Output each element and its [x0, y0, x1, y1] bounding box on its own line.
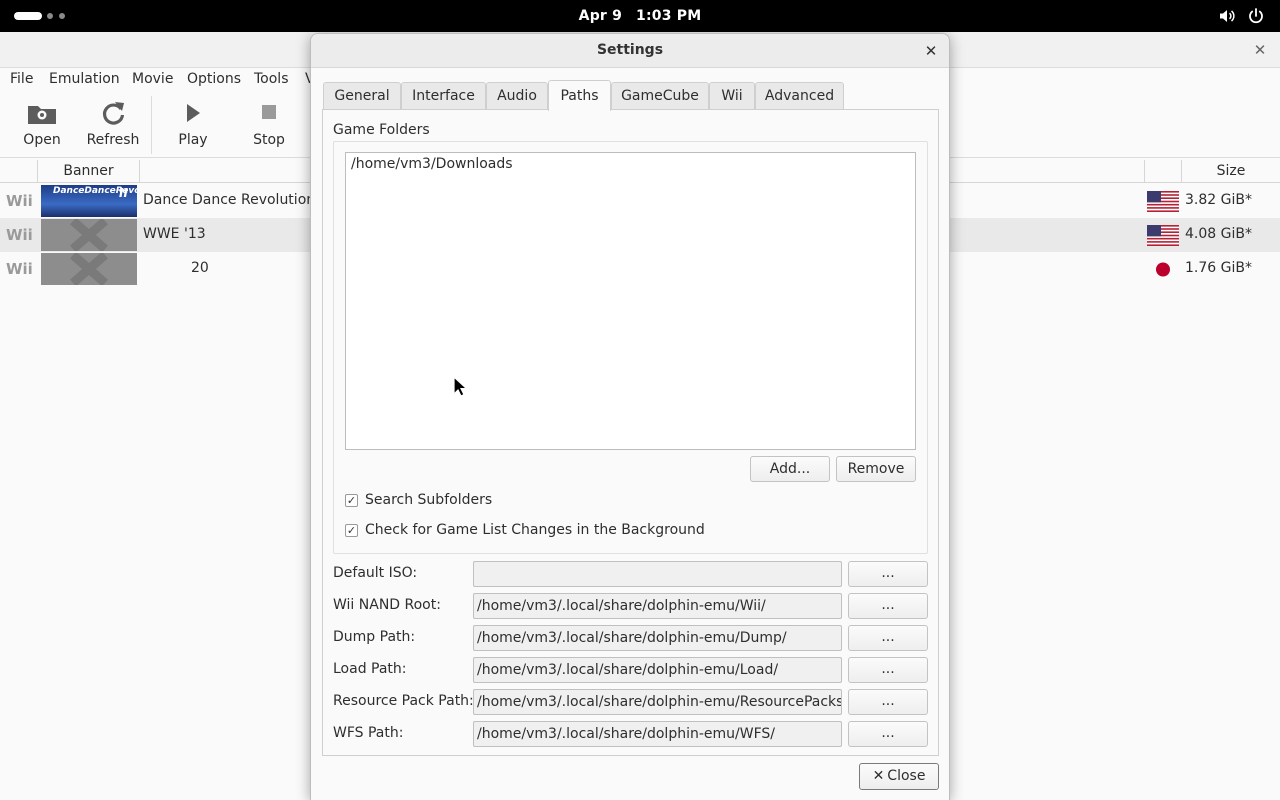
resource-pack-path-browse-button[interactable]: ...: [848, 689, 928, 715]
power-icon[interactable]: [1247, 7, 1265, 25]
us-flag-icon: [1147, 225, 1179, 246]
refresh-icon: [103, 102, 125, 125]
game-size: 1.76 GiB*: [1185, 260, 1252, 276]
play-icon: [187, 104, 200, 122]
add-folder-button[interactable]: Add...: [750, 456, 830, 482]
stop-label: Stop: [253, 132, 285, 148]
column-region[interactable]: [1144, 160, 1182, 183]
missing-banner-icon: [41, 251, 137, 287]
resource-pack-path-field[interactable]: /home/vm3/.local/share/dolphin-emu/Resou…: [473, 689, 842, 715]
missing-banner-icon: [41, 217, 137, 253]
game-folders-label: Game Folders: [333, 122, 430, 138]
stop-icon: [262, 105, 276, 119]
tab-advanced[interactable]: Advanced: [755, 82, 844, 110]
settings-titlebar: Settings ✕: [311, 34, 949, 68]
default-iso-browse-button[interactable]: ...: [848, 561, 928, 587]
game-banner-image: DanceDanceRevolution II: [41, 185, 137, 217]
folder-list-item[interactable]: /home/vm3/Downloads: [351, 156, 513, 172]
clock-date: Apr 9: [578, 8, 623, 24]
dump-path-label: Dump Path:: [333, 629, 416, 645]
menu-file[interactable]: File: [10, 71, 33, 87]
close-button-label: Close: [887, 768, 926, 784]
clock-time: 1:03 PM: [636, 8, 702, 24]
resource-pack-path-label: Resource Pack Path:: [333, 693, 474, 709]
close-icon: ✕: [872, 768, 885, 784]
wfs-path-label: WFS Path:: [333, 725, 404, 741]
tab-wii[interactable]: Wii: [709, 82, 755, 110]
system-top-bar: Apr 9 1:03 PM: [0, 0, 1280, 32]
open-label: Open: [23, 132, 61, 148]
mouse-pointer-icon: [453, 376, 467, 397]
open-button[interactable]: Open: [7, 100, 77, 148]
refresh-label: Refresh: [86, 132, 140, 148]
dump-path-field[interactable]: /home/vm3/.local/share/dolphin-emu/Dump/: [473, 625, 842, 651]
open-folder-icon: [28, 106, 56, 124]
wfs-path-browse-button[interactable]: ...: [848, 721, 928, 747]
check-game-list-changes-label: Check for Game List Changes in the Backg…: [365, 522, 705, 538]
menu-emulation[interactable]: Emulation: [49, 71, 120, 87]
platform-label: Wii: [6, 226, 33, 244]
tab-gamecube[interactable]: GameCube: [611, 82, 709, 110]
toolbar-separator: [151, 96, 152, 154]
stop-button[interactable]: Stop: [234, 100, 304, 148]
checkbox-checked[interactable]: ✓: [345, 524, 358, 537]
us-flag-icon: [1147, 191, 1179, 212]
wii-nand-root-label: Wii NAND Root:: [333, 597, 441, 613]
wfs-path-field[interactable]: /home/vm3/.local/share/dolphin-emu/WFS/: [473, 721, 842, 747]
menu-options[interactable]: Options: [187, 71, 241, 87]
settings-close-icon[interactable]: ✕: [921, 41, 941, 61]
load-path-field[interactable]: /home/vm3/.local/share/dolphin-emu/Load/: [473, 657, 842, 683]
volume-icon[interactable]: [1218, 7, 1236, 25]
wii-nand-root-field[interactable]: /home/vm3/.local/share/dolphin-emu/Wii/: [473, 593, 842, 619]
default-iso-label: Default ISO:: [333, 565, 418, 581]
tab-interface[interactable]: Interface: [401, 82, 486, 110]
settings-dialog: Settings ✕ General Interface Audio Paths…: [310, 33, 950, 800]
close-button[interactable]: ✕ Close: [859, 763, 939, 790]
column-platform[interactable]: [0, 160, 38, 183]
banner-numeral-text: II: [119, 186, 128, 200]
dump-path-browse-button[interactable]: ...: [848, 625, 928, 651]
play-label: Play: [178, 132, 208, 148]
search-subfolders-label: Search Subfolders: [365, 492, 493, 508]
default-iso-field[interactable]: [473, 561, 842, 587]
settings-title: Settings: [596, 42, 664, 58]
tab-audio[interactable]: Audio: [486, 82, 548, 110]
game-title: 20: [191, 260, 209, 276]
japan-flag-icon: [1156, 262, 1170, 277]
game-size: 3.82 GiB*: [1185, 192, 1252, 208]
tab-general[interactable]: General: [323, 82, 401, 110]
game-title: WWE '13: [143, 226, 206, 242]
game-folders-list[interactable]: /home/vm3/Downloads: [345, 152, 916, 450]
load-path-browse-button[interactable]: ...: [848, 657, 928, 683]
column-size[interactable]: Size: [1182, 160, 1280, 183]
tab-paths[interactable]: Paths: [548, 80, 611, 111]
main-window-close-icon[interactable]: ✕: [1250, 40, 1270, 60]
checkbox-checked[interactable]: ✓: [345, 494, 358, 507]
platform-label: Wii: [6, 260, 33, 278]
refresh-button[interactable]: Refresh: [78, 100, 148, 148]
wii-nand-root-browse-button[interactable]: ...: [848, 593, 928, 619]
remove-folder-button[interactable]: Remove: [836, 456, 916, 482]
load-path-label: Load Path:: [333, 661, 407, 677]
menu-tools[interactable]: Tools: [254, 71, 289, 87]
platform-label: Wii: [6, 192, 33, 210]
column-banner[interactable]: Banner: [38, 160, 140, 183]
game-size: 4.08 GiB*: [1185, 226, 1252, 242]
play-button[interactable]: Play: [158, 100, 228, 148]
menu-movie[interactable]: Movie: [132, 71, 173, 87]
game-title: Dance Dance Revolution I: [143, 192, 324, 208]
clock[interactable]: Apr 9 1:03 PM: [0, 0, 1280, 32]
